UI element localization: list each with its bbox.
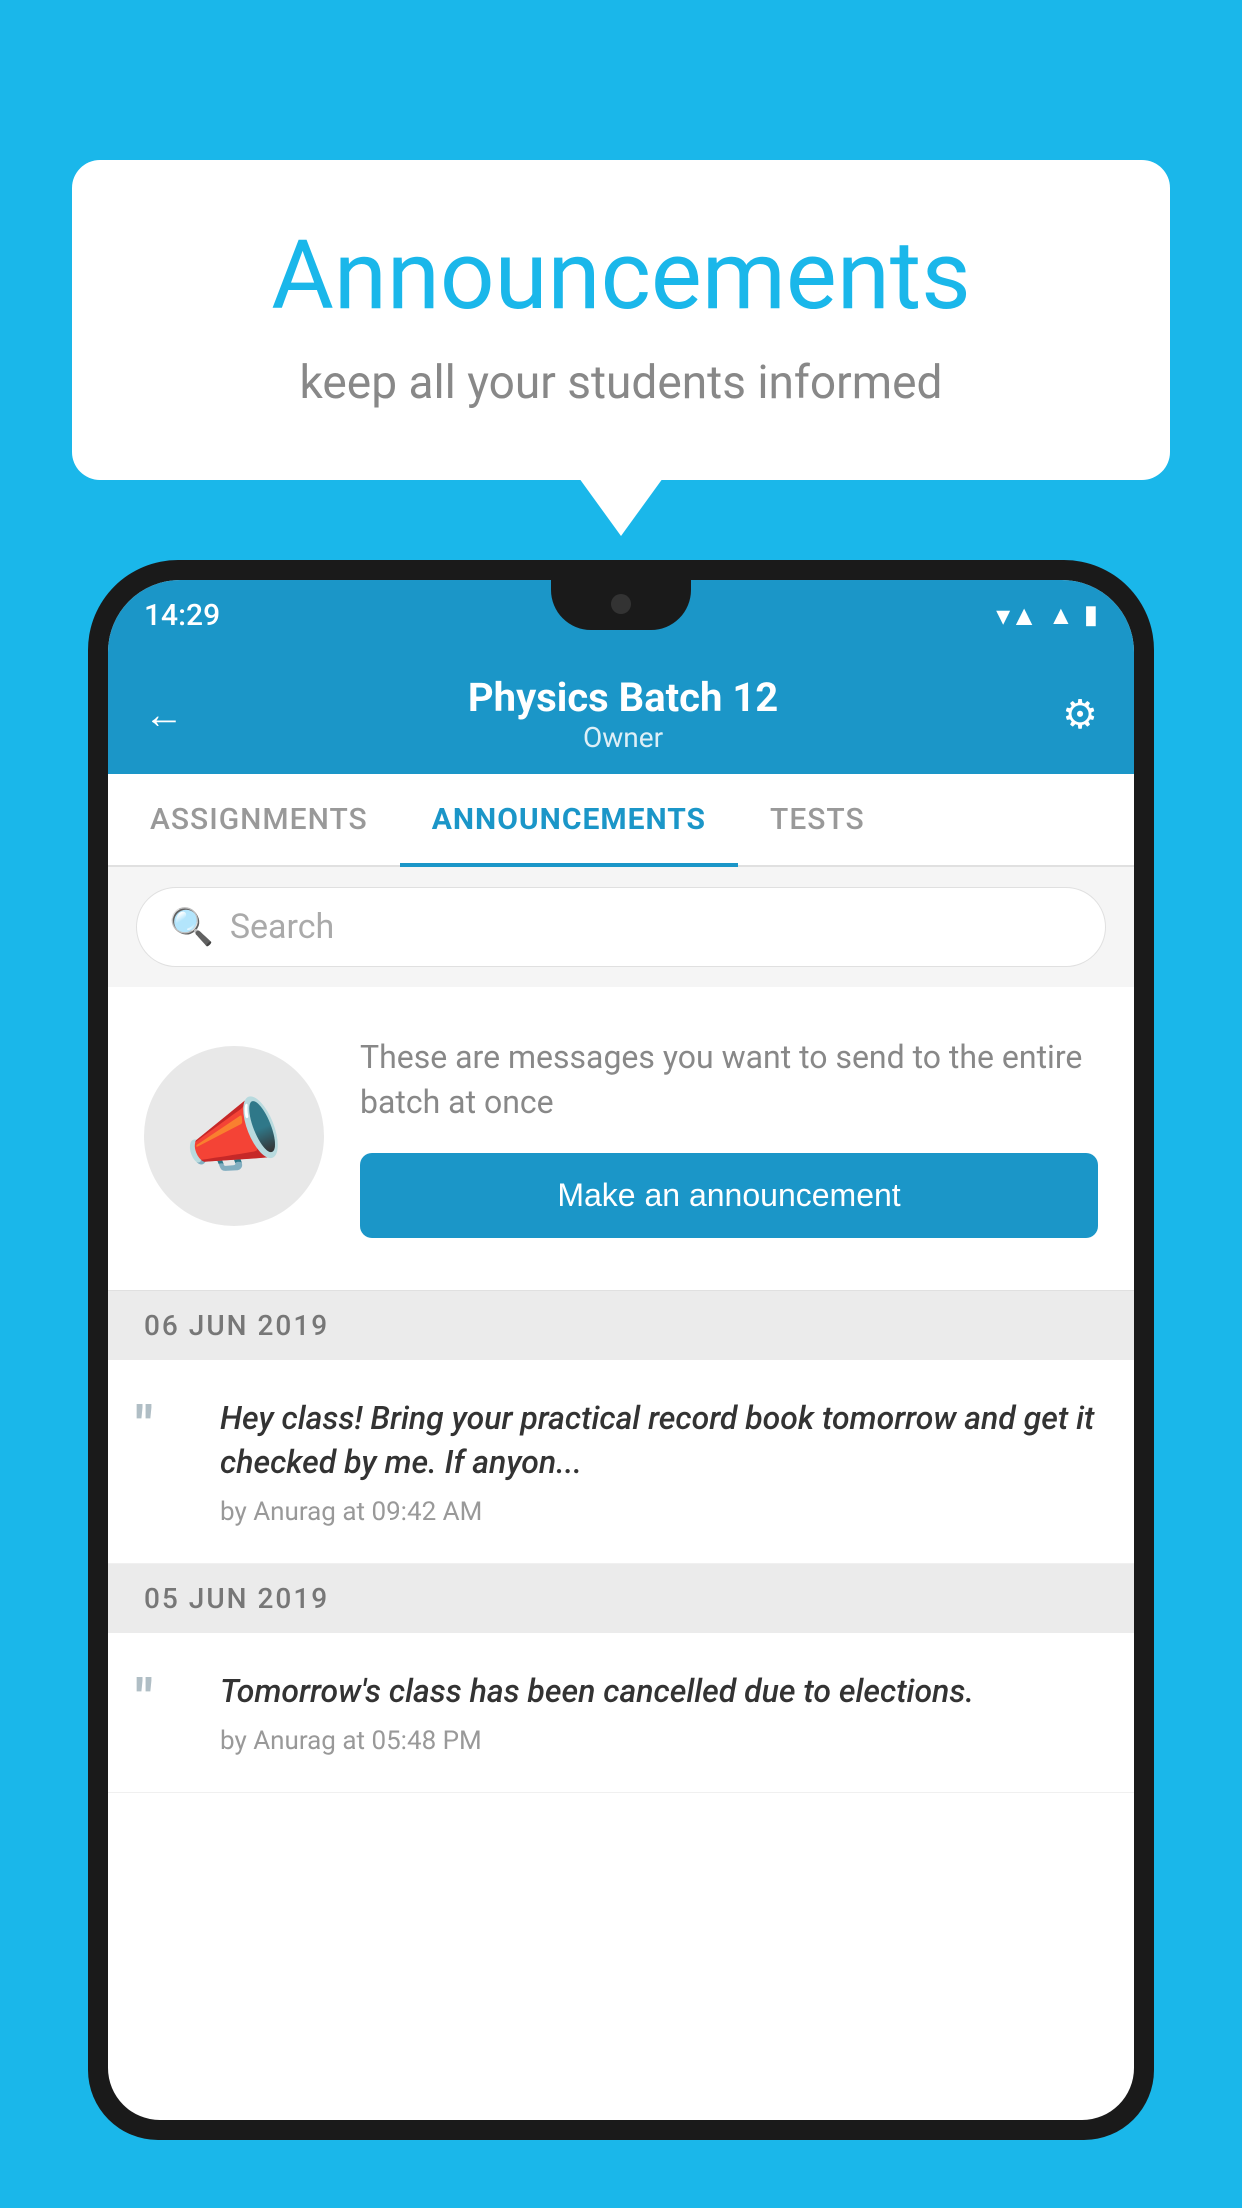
- make-announcement-button[interactable]: Make an announcement: [360, 1153, 1098, 1238]
- battery-icon: ▮: [1084, 600, 1098, 630]
- back-button[interactable]: ←: [144, 691, 184, 738]
- bubble-title: Announcements: [152, 220, 1090, 332]
- prompt-description: These are messages you want to send to t…: [360, 1035, 1098, 1125]
- notch: [551, 580, 691, 630]
- prompt-icon-circle: 📣: [144, 1046, 324, 1226]
- megaphone-icon: 📣: [184, 1089, 284, 1183]
- wifi-icon: ▾▲: [996, 599, 1038, 632]
- search-container: 🔍 Search: [108, 867, 1134, 987]
- announcement-content-1: Hey class! Bring your practical record b…: [220, 1396, 1098, 1528]
- search-icon: 🔍: [169, 906, 214, 948]
- signal-icon: ▲: [1048, 600, 1074, 631]
- announcement-text-1: Hey class! Bring your practical record b…: [220, 1396, 1098, 1486]
- announcement-text-2: Tomorrow's class has been cancelled due …: [220, 1669, 1098, 1714]
- date-label-2: 05 JUN 2019: [144, 1582, 329, 1615]
- announcement-meta-1: by Anurag at 09:42 AM: [220, 1497, 1098, 1527]
- settings-button[interactable]: ⚙: [1062, 691, 1098, 738]
- header-title-group: Physics Batch 12 Owner: [468, 674, 778, 754]
- quote-icon-2: ": [136, 1673, 196, 1725]
- announcement-content-2: Tomorrow's class has been cancelled due …: [220, 1669, 1098, 1756]
- app-header: ← Physics Batch 12 Owner ⚙: [108, 650, 1134, 774]
- tab-assignments[interactable]: ASSIGNMENTS: [118, 774, 400, 865]
- status-time: 14:29: [144, 598, 220, 633]
- tab-bar: ASSIGNMENTS ANNOUNCEMENTS TESTS: [108, 774, 1134, 867]
- announcement-item-1: " Hey class! Bring your practical record…: [108, 1360, 1134, 1565]
- announcement-prompt: 📣 These are messages you want to send to…: [108, 987, 1134, 1291]
- status-bar: 14:29 ▾▲ ▲ ▮: [108, 580, 1134, 650]
- quote-icon-1: ": [136, 1400, 196, 1452]
- tab-announcements[interactable]: ANNOUNCEMENTS: [400, 774, 738, 865]
- prompt-right: These are messages you want to send to t…: [360, 1035, 1098, 1238]
- phone-inner: 14:29 ▾▲ ▲ ▮ ← Physics Batch 12: [108, 580, 1134, 2120]
- phone-outer: 14:29 ▾▲ ▲ ▮ ← Physics Batch 12: [88, 560, 1154, 2140]
- batch-subtitle: Owner: [468, 721, 778, 754]
- date-separator-1: 06 JUN 2019: [108, 1291, 1134, 1360]
- status-icons: ▾▲ ▲ ▮: [996, 599, 1098, 632]
- batch-title: Physics Batch 12: [468, 674, 778, 721]
- date-separator-2: 05 JUN 2019: [108, 1564, 1134, 1633]
- speech-bubble: Announcements keep all your students inf…: [72, 160, 1170, 480]
- date-label-1: 06 JUN 2019: [144, 1309, 329, 1342]
- camera-dot: [611, 594, 631, 614]
- announcement-item-2: " Tomorrow's class has been cancelled du…: [108, 1633, 1134, 1793]
- search-box[interactable]: 🔍 Search: [136, 887, 1106, 967]
- announcement-meta-2: by Anurag at 05:48 PM: [220, 1726, 1098, 1756]
- phone-mockup: 14:29 ▾▲ ▲ ▮ ← Physics Batch 12: [88, 560, 1154, 2208]
- search-placeholder: Search: [230, 907, 334, 947]
- tab-tests[interactable]: TESTS: [738, 774, 897, 865]
- bubble-subtitle: keep all your students informed: [152, 356, 1090, 410]
- speech-bubble-section: Announcements keep all your students inf…: [72, 160, 1170, 480]
